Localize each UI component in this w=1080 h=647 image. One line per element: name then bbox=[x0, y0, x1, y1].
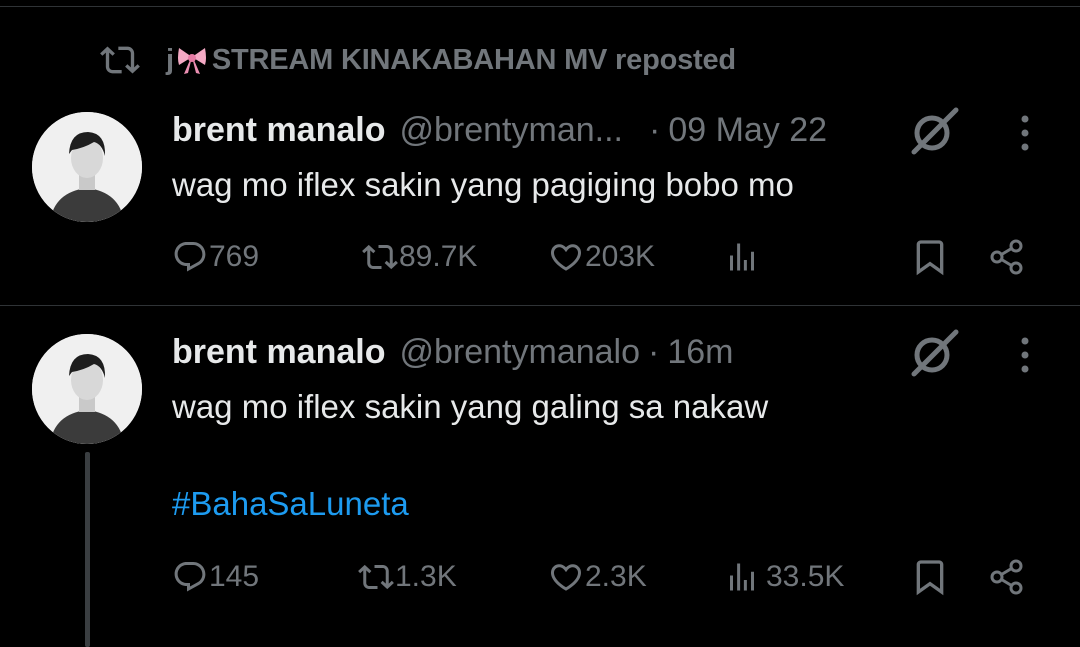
avatar[interactable] bbox=[32, 112, 142, 222]
separator-dot: · bbox=[648, 110, 661, 149]
repost-icon bbox=[362, 244, 398, 270]
action-bar: 769 89.7K 203K bbox=[0, 235, 1080, 279]
tweet-divider bbox=[0, 305, 1080, 306]
repost-user-name: STREAM KINAKABAHAN MV reposted bbox=[211, 44, 736, 76]
like-icon bbox=[550, 244, 582, 271]
reply-button[interactable]: 769 bbox=[172, 235, 259, 279]
repost-label: j STREAM KINAKABAHAN MV reposted bbox=[166, 43, 736, 77]
more-icon[interactable] bbox=[1019, 113, 1031, 153]
tweet-header: brent manalo @brentyman... · 09 May 22 bbox=[172, 108, 827, 152]
bow-emoji-icon bbox=[177, 48, 206, 74]
tweet-header: brent manalo @brentymanalo · 16m bbox=[172, 330, 733, 374]
thread-connector bbox=[85, 452, 90, 647]
repost-count: 89.7K bbox=[399, 240, 478, 273]
top-divider bbox=[0, 6, 1080, 7]
grok-icon[interactable] bbox=[906, 326, 960, 380]
action-bar: 145 1.3K 2.3K 33.5K bbox=[0, 555, 1080, 599]
repost-button[interactable]: 1.3K bbox=[358, 555, 457, 599]
like-icon bbox=[550, 564, 582, 591]
reply-icon bbox=[174, 242, 206, 272]
avatar-photo bbox=[32, 112, 142, 222]
hashtag-link[interactable]: #BahaSaLuneta bbox=[172, 485, 409, 523]
like-count: 2.3K bbox=[585, 560, 647, 593]
tweet-text: wag mo iflex sakin yang galing sa nakaw bbox=[172, 388, 769, 425]
bookmark-icon[interactable] bbox=[910, 237, 950, 277]
like-button[interactable]: 203K bbox=[548, 235, 655, 279]
tweet-text: wag mo iflex sakin yang pagiging bobo mo bbox=[172, 166, 794, 203]
views-icon bbox=[730, 563, 754, 591]
repost-icon bbox=[358, 564, 394, 590]
more-icon[interactable] bbox=[1019, 335, 1031, 375]
bookmark-icon[interactable] bbox=[910, 557, 950, 597]
reply-icon bbox=[174, 562, 206, 592]
repost-icon bbox=[100, 46, 140, 74]
views-icon bbox=[730, 243, 754, 271]
avatar-photo bbox=[32, 334, 142, 444]
reply-count: 145 bbox=[209, 560, 260, 593]
author-handle[interactable]: @brentymanalo bbox=[399, 333, 640, 372]
reply-button[interactable]: 145 bbox=[172, 555, 259, 599]
tweet-timestamp[interactable]: 09 May 22 bbox=[668, 111, 827, 150]
separator-dot: · bbox=[648, 332, 660, 371]
share-icon[interactable] bbox=[987, 237, 1027, 277]
repost-count: 1.3K bbox=[395, 560, 457, 593]
repost-button[interactable]: 89.7K bbox=[362, 235, 477, 279]
share-icon[interactable] bbox=[987, 557, 1027, 597]
like-button[interactable]: 2.3K bbox=[548, 555, 647, 599]
author-name[interactable]: brent manalo bbox=[172, 111, 385, 150]
views-button[interactable]: 33.5K bbox=[724, 555, 844, 599]
avatar[interactable] bbox=[32, 334, 142, 444]
views-count: 33.5K bbox=[766, 560, 845, 593]
author-name[interactable]: brent manalo bbox=[172, 333, 385, 372]
repost-user-prefix: j bbox=[166, 44, 174, 76]
repost-header[interactable]: j STREAM KINAKABAHAN MV reposted bbox=[100, 40, 736, 80]
like-count: 203K bbox=[585, 240, 656, 273]
views-button[interactable] bbox=[724, 235, 761, 279]
author-handle[interactable]: @brentyman... bbox=[399, 111, 623, 150]
tweet-timestamp[interactable]: 16m bbox=[667, 333, 733, 372]
grok-icon[interactable] bbox=[906, 104, 960, 158]
reply-count: 769 bbox=[209, 240, 260, 273]
